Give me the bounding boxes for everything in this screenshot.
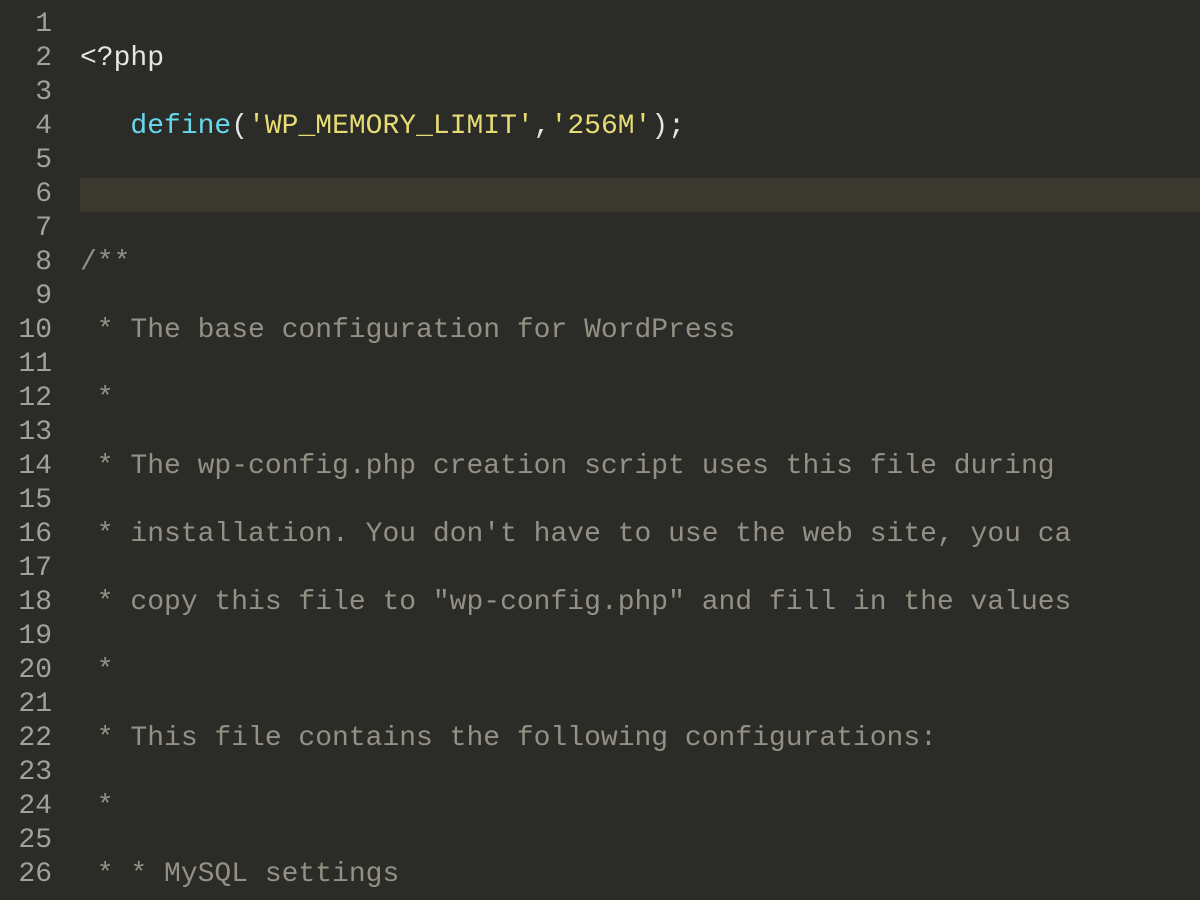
- comment: *: [80, 655, 114, 686]
- string: 'WP_MEMORY_LIMIT': [248, 111, 534, 142]
- line-number: 4: [0, 110, 52, 144]
- line-number: 24: [0, 790, 52, 824]
- line-number: 2: [0, 42, 52, 76]
- line-number: 21: [0, 688, 52, 722]
- paren: (: [231, 111, 248, 142]
- code-line[interactable]: *: [80, 382, 1200, 416]
- line-number: 20: [0, 654, 52, 688]
- line-number: 18: [0, 586, 52, 620]
- code-line[interactable]: * installation. You don't have to use th…: [80, 518, 1200, 552]
- code-area[interactable]: <?php define('WP_MEMORY_LIMIT','256M'); …: [62, 0, 1200, 900]
- comment: * The wp-config.php creation script uses…: [80, 451, 1071, 482]
- code-line[interactable]: define('WP_MEMORY_LIMIT','256M');: [80, 110, 1200, 144]
- comment: * * MySQL settings: [80, 859, 399, 890]
- line-number: 26: [0, 858, 52, 892]
- comment: * copy this file to "wp-config.php" and …: [80, 587, 1071, 618]
- line-number: 13: [0, 416, 52, 450]
- comment: /**: [80, 247, 130, 278]
- line-number: 9: [0, 280, 52, 314]
- line-number-gutter: 1234567891011121314151617181920212223242…: [0, 0, 62, 900]
- line-number: 11: [0, 348, 52, 382]
- line-number: 22: [0, 722, 52, 756]
- code-line[interactable]: * This file contains the following confi…: [80, 722, 1200, 756]
- code-editor: 1234567891011121314151617181920212223242…: [0, 0, 1200, 900]
- comment: * This file contains the following confi…: [80, 723, 937, 754]
- line-number: 15: [0, 484, 52, 518]
- code-line[interactable]: * copy this file to "wp-config.php" and …: [80, 586, 1200, 620]
- code-line[interactable]: *: [80, 654, 1200, 688]
- code-line[interactable]: * * MySQL settings: [80, 858, 1200, 892]
- line-number: 5: [0, 144, 52, 178]
- keyword-define: define: [130, 111, 231, 142]
- comma: ,: [534, 111, 551, 142]
- comment: *: [80, 383, 114, 414]
- line-number: 12: [0, 382, 52, 416]
- line-number: 10: [0, 314, 52, 348]
- line-number: 25: [0, 824, 52, 858]
- line-number: 6: [0, 178, 52, 212]
- line-number: 17: [0, 552, 52, 586]
- php-open-tag: <?php: [80, 43, 164, 74]
- comment: *: [80, 791, 114, 822]
- line-number: 14: [0, 450, 52, 484]
- comment: * installation. You don't have to use th…: [80, 519, 1071, 550]
- code-line[interactable]: *: [80, 790, 1200, 824]
- line-number: 23: [0, 756, 52, 790]
- line-number: 3: [0, 76, 52, 110]
- code-line[interactable]: [80, 178, 1200, 212]
- line-number: 8: [0, 246, 52, 280]
- paren: );: [651, 111, 685, 142]
- line-number: 16: [0, 518, 52, 552]
- code-line[interactable]: /**: [80, 246, 1200, 280]
- comment: * The base configuration for WordPress: [80, 315, 735, 346]
- code-line[interactable]: * The wp-config.php creation script uses…: [80, 450, 1200, 484]
- line-number: 7: [0, 212, 52, 246]
- line-number: 19: [0, 620, 52, 654]
- string: '256M': [551, 111, 652, 142]
- line-number: 1: [0, 8, 52, 42]
- code-line[interactable]: * The base configuration for WordPress: [80, 314, 1200, 348]
- indent: [80, 111, 130, 142]
- code-line[interactable]: <?php: [80, 42, 1200, 76]
